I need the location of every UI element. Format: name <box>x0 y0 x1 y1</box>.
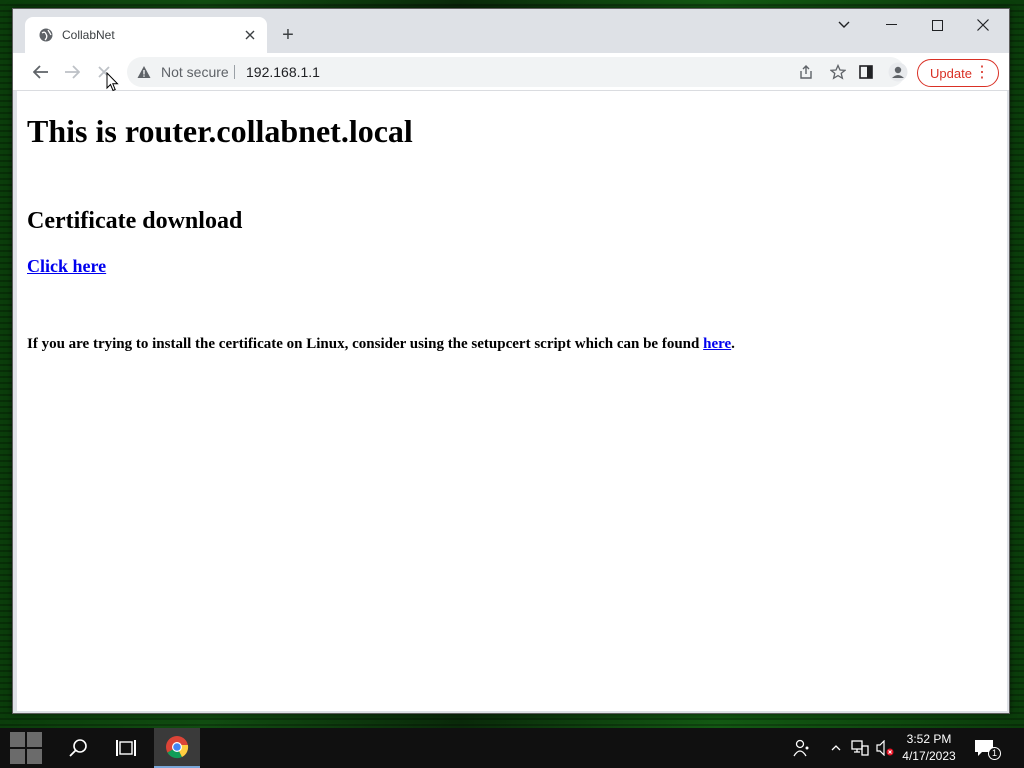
clock-date: 4/17/2023 <box>902 749 956 763</box>
url-text[interactable]: 192.168.1.1 <box>246 64 320 80</box>
tab-title: CollabNet <box>62 28 115 42</box>
globe-icon <box>39 28 53 42</box>
certificate-heading: Certificate download <box>27 208 243 234</box>
maximize-icon <box>931 19 943 31</box>
task-view-button[interactable] <box>104 728 148 768</box>
task-view-icon <box>116 740 136 756</box>
page-heading: This is router.collabnet.local <box>27 113 413 149</box>
search-icon <box>69 739 87 757</box>
people-button[interactable] <box>786 728 816 768</box>
forward-arrow-icon <box>65 65 80 79</box>
chevron-down-icon <box>838 21 850 28</box>
omnibox-divider <box>234 65 235 79</box>
people-icon <box>793 739 809 757</box>
tab-collabnet[interactable]: CollabNet <box>25 17 267 53</box>
warning-icon[interactable] <box>137 65 151 79</box>
back-arrow-icon <box>33 65 48 79</box>
forward-button[interactable] <box>60 61 84 83</box>
linux-note-text: If you are trying to install the certifi… <box>27 336 704 352</box>
clock-time: 3:52 PM <box>906 732 952 746</box>
setupcert-link[interactable]: here <box>703 336 731 352</box>
mouse-cursor-icon <box>106 72 119 92</box>
linux-note: If you are trying to install the certifi… <box>27 336 735 353</box>
side-panel-icon[interactable] <box>855 61 877 83</box>
update-button[interactable]: Update ⋮ <box>917 59 999 87</box>
linux-note-period: . <box>731 336 735 352</box>
tab-search-button[interactable] <box>821 9 867 41</box>
update-label: Update <box>930 66 972 81</box>
back-button[interactable] <box>29 61 53 83</box>
minimize-icon <box>885 24 897 25</box>
show-hidden-icons-button[interactable] <box>826 728 846 768</box>
browser-toolbar: Not secure 192.168.1.1 Update ⋮ <box>13 53 1009 91</box>
chevron-up-icon <box>831 745 841 751</box>
profile-icon[interactable] <box>887 61 909 83</box>
minimize-button[interactable] <box>868 9 914 41</box>
browser-window: CollabNet + Not secure 192.168.1.1 Updat… <box>12 8 1010 714</box>
action-center-button[interactable]: 1 <box>966 728 1002 768</box>
network-icon <box>851 740 869 756</box>
close-window-button[interactable] <box>960 9 1006 41</box>
bookmark-star-icon[interactable] <box>829 63 847 81</box>
taskbar: 3:52 PM 4/17/2023 1 <box>0 728 1024 768</box>
close-window-icon <box>977 19 989 31</box>
more-menu-icon[interactable]: ⋮ <box>974 62 990 82</box>
notification-count-badge: 1 <box>988 747 1001 760</box>
address-bar[interactable]: Not secure 192.168.1.1 <box>127 57 905 87</box>
tab-strip: CollabNet + <box>13 9 1009 53</box>
windows-start-icon <box>10 732 42 764</box>
chrome-taskbar-button[interactable] <box>154 728 200 768</box>
clock[interactable]: 3:52 PM 4/17/2023 <box>896 728 962 768</box>
page-content: This is router.collabnet.local Certifica… <box>17 91 1007 711</box>
maximize-button[interactable] <box>914 9 960 41</box>
chrome-icon <box>166 736 189 759</box>
search-button[interactable] <box>56 728 100 768</box>
security-status[interactable]: Not secure <box>161 64 229 80</box>
plus-icon: + <box>282 24 294 46</box>
network-button[interactable] <box>848 728 872 768</box>
start-button[interactable] <box>0 728 52 768</box>
close-icon[interactable] <box>241 26 259 44</box>
certificate-download-link[interactable]: Click here <box>27 256 106 277</box>
new-tab-button[interactable]: + <box>277 24 299 46</box>
share-icon[interactable] <box>797 63 815 81</box>
